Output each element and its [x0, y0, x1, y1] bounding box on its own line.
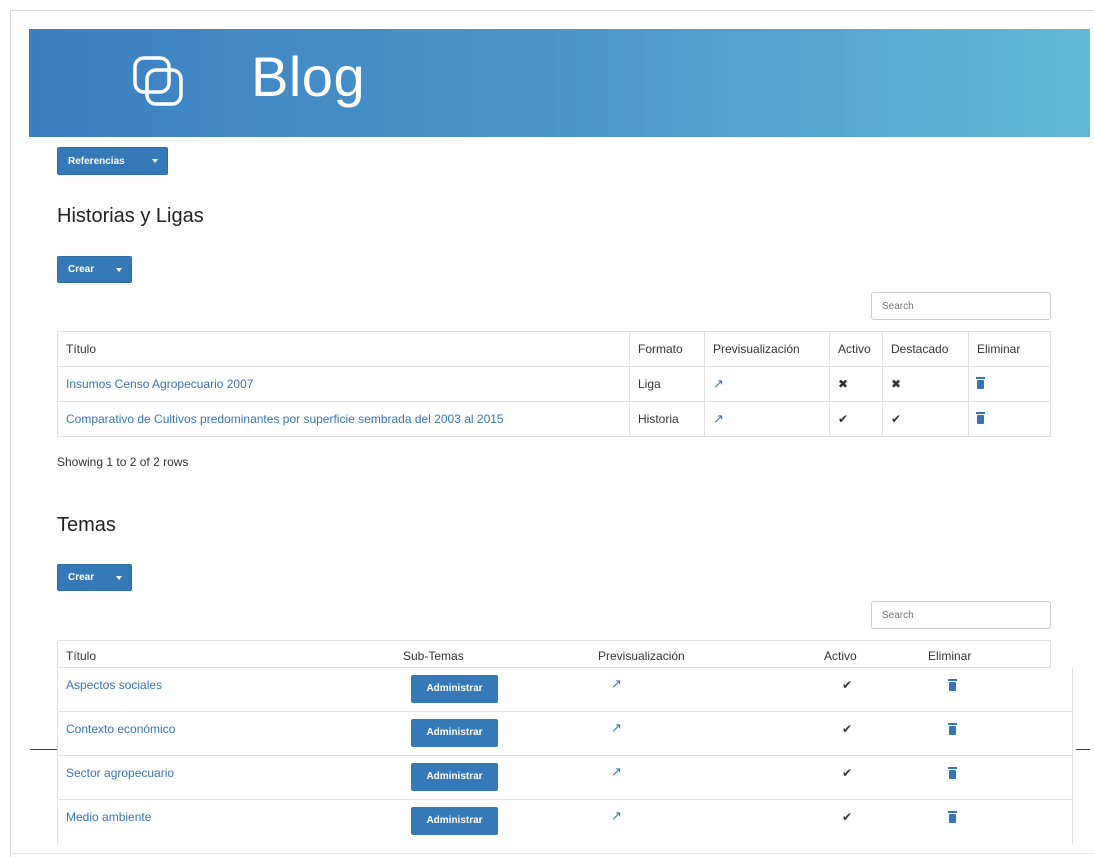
trash-icon[interactable]: [948, 811, 957, 823]
table-row: Medio ambiente Administrar ↗ ✔: [57, 800, 1073, 844]
story-format: Historia: [629, 401, 705, 437]
brand-title: Blog: [251, 45, 366, 108]
trash-icon[interactable]: [976, 412, 985, 424]
window-border-bottom: [10, 853, 1094, 854]
caret-down-icon: [116, 575, 122, 580]
caret-down-icon: [116, 267, 122, 272]
story-title-link[interactable]: Insumos Censo Agropecuario 2007: [66, 377, 253, 391]
external-link-icon[interactable]: ↗: [713, 376, 724, 391]
external-link-icon[interactable]: ↗: [611, 764, 622, 780]
topic-title-link[interactable]: Sector agropecuario: [66, 766, 174, 780]
create-button-label: Crear: [68, 572, 95, 583]
topics-search-input[interactable]: [871, 601, 1051, 629]
create-button-label: Crear: [68, 264, 95, 275]
external-link-icon[interactable]: ↗: [611, 808, 622, 824]
stories-table: Título Formato Previsualización Activo D…: [57, 331, 1051, 437]
active-check-icon[interactable]: ✔: [842, 766, 852, 780]
column-delete[interactable]: Eliminar: [928, 649, 971, 663]
topics-table: Aspectos sociales Administrar ↗ ✔ Contex…: [57, 668, 1073, 844]
trash-icon[interactable]: [948, 767, 957, 779]
external-link-icon[interactable]: ↗: [611, 676, 622, 692]
column-format[interactable]: Formato: [629, 331, 705, 367]
topic-title-link[interactable]: Aspectos sociales: [66, 678, 162, 692]
administer-button[interactable]: Administrar: [411, 807, 498, 835]
table-row: Comparativo de Cultivos predominantes po…: [57, 401, 1051, 437]
table-row: Aspectos sociales Administrar ↗ ✔: [57, 668, 1073, 712]
table-row: Insumos Censo Agropecuario 2007 Liga ↗ ✖…: [57, 366, 1051, 402]
column-active[interactable]: Activo: [829, 331, 883, 367]
stories-section-title: Historias y Ligas: [57, 205, 204, 227]
column-featured[interactable]: Destacado: [882, 331, 969, 367]
not-featured-x-icon[interactable]: ✖: [891, 377, 901, 391]
divider-left: [30, 749, 58, 750]
stories-search-input[interactable]: [871, 292, 1051, 320]
administer-button[interactable]: Administrar: [411, 719, 498, 747]
header-banner: Blog: [29, 29, 1090, 137]
story-title-link[interactable]: Comparativo de Cultivos predominantes po…: [66, 412, 504, 426]
inactive-x-icon[interactable]: ✖: [838, 377, 848, 391]
column-active[interactable]: Activo: [824, 649, 857, 663]
table-header-row: Título Formato Previsualización Activo D…: [57, 331, 1051, 367]
topic-title-link[interactable]: Medio ambiente: [66, 810, 151, 824]
column-delete[interactable]: Eliminar: [968, 331, 1051, 367]
external-link-icon[interactable]: ↗: [713, 411, 724, 426]
topics-section-title: Temas: [57, 514, 116, 536]
pagination-info: Showing 1 to 2 of 2 rows: [57, 455, 189, 469]
divider-right: [1076, 749, 1090, 750]
topics-create-button[interactable]: Crear: [57, 564, 132, 591]
trash-icon[interactable]: [948, 723, 957, 735]
references-button-label: Referencias: [68, 155, 125, 167]
caret-down-icon: [152, 159, 158, 163]
active-check-icon[interactable]: ✔: [842, 678, 852, 692]
external-link-icon[interactable]: ↗: [611, 720, 622, 736]
column-preview[interactable]: Previsualización: [598, 649, 685, 663]
topic-title-link[interactable]: Contexto económico: [66, 722, 175, 736]
active-check-icon[interactable]: ✔: [842, 722, 852, 736]
window-border-top: [10, 10, 1094, 11]
window-border-left: [10, 10, 11, 857]
stories-create-button[interactable]: Crear: [57, 256, 132, 283]
trash-icon[interactable]: [976, 377, 985, 389]
column-preview[interactable]: Previsualización: [704, 331, 830, 367]
column-subtopics[interactable]: Sub-Temas: [403, 649, 464, 663]
trash-icon[interactable]: [948, 679, 957, 691]
column-title[interactable]: Título: [66, 649, 96, 663]
active-check-icon[interactable]: ✔: [842, 810, 852, 824]
table-row: Contexto económico Administrar ↗ ✔: [57, 712, 1073, 756]
administer-button[interactable]: Administrar: [411, 763, 498, 791]
column-title[interactable]: Título: [57, 331, 630, 367]
references-dropdown-button[interactable]: Referencias: [57, 147, 168, 175]
featured-check-icon[interactable]: ✔: [891, 412, 901, 426]
active-check-icon[interactable]: ✔: [838, 412, 848, 426]
stacked-squares-icon: [133, 56, 183, 106]
story-format: Liga: [629, 366, 705, 402]
topics-table-header: Título Sub-Temas Previsualización Activo…: [57, 640, 1051, 668]
table-row: Sector agropecuario Administrar ↗ ✔: [57, 756, 1073, 800]
administer-button[interactable]: Administrar: [411, 675, 498, 703]
